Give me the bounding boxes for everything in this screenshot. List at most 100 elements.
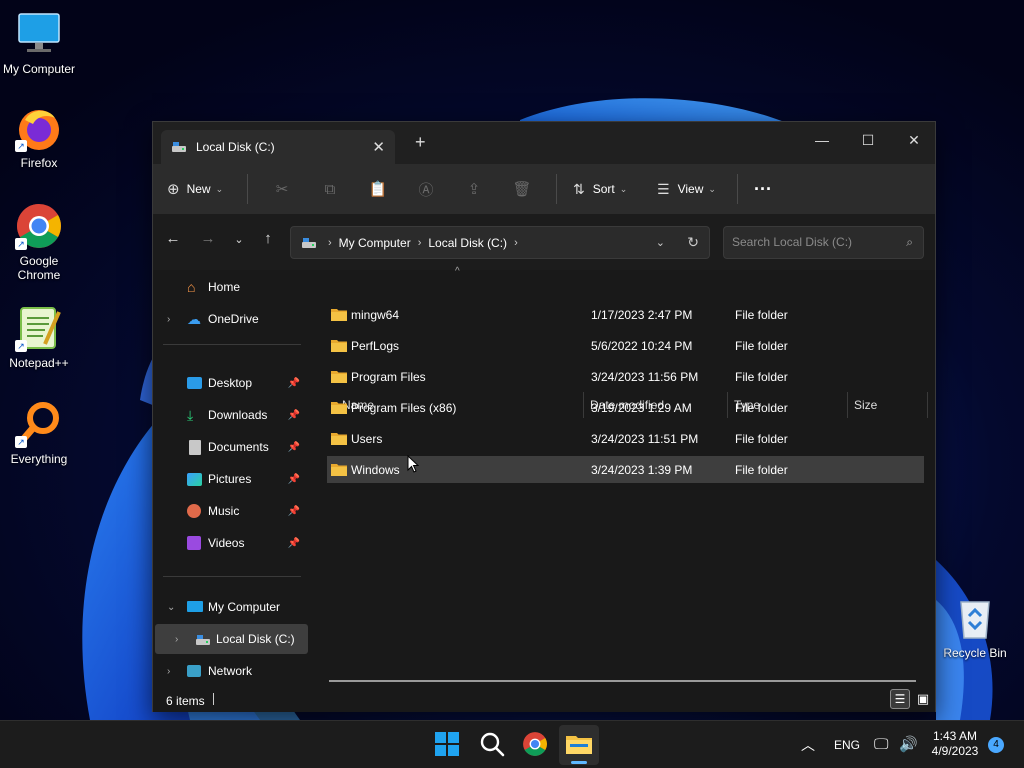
toolbar-divider (247, 174, 248, 204)
copy-icon[interactable]: ⧉ (306, 181, 354, 198)
desktop-icon-my-computer[interactable]: My Computer (1, 10, 77, 76)
sort-ascending-indicator-icon: ^ (455, 266, 460, 277)
folder-icon (331, 402, 347, 414)
close-tab-icon[interactable]: ✕ (372, 138, 385, 156)
breadcrumb-my-computer[interactable]: My Computer (339, 236, 411, 250)
file-explorer-window: Local Disk (C:) ✕ + — ☐ ✕ ⊕ New ⌄ ✂ ⧉ 📋 … (152, 121, 936, 712)
refresh-icon[interactable]: ↻ (687, 234, 699, 251)
details-view-icon[interactable]: ☰ (890, 689, 910, 709)
sidebar-item-desktop[interactable]: Desktop 📌 (155, 368, 308, 398)
cut-icon[interactable]: ✂ (258, 180, 306, 198)
table-row[interactable]: PerfLogs 5/6/2022 10:24 PM File folder (327, 332, 924, 359)
up-arrow-icon[interactable]: ↑ (256, 230, 280, 247)
desktop-icon-firefox[interactable]: ↗ Firefox (1, 104, 77, 170)
drive-icon (172, 142, 186, 152)
explorer-taskbar-button[interactable] (559, 725, 599, 765)
table-row[interactable]: Users 3/24/2023 11:51 PM File folder (327, 425, 924, 452)
desktop-icon-google-chrome[interactable]: ↗ Google Chrome (1, 202, 77, 282)
desktop-icon-notepadpp[interactable]: ↗ Notepad++ (1, 304, 77, 370)
folder-icon (331, 340, 347, 352)
pin-icon[interactable]: 📌 (288, 378, 300, 389)
picture-icon (187, 473, 202, 486)
file-type: File folder (735, 401, 788, 415)
chevron-right-icon[interactable]: › (167, 314, 170, 325)
desktop-icon-recycle-bin[interactable]: Recycle Bin (937, 594, 1013, 660)
tiles-view-icon[interactable]: ▣ (913, 689, 933, 709)
new-button[interactable]: ⊕ New ⌄ (167, 180, 237, 198)
sidebar-item-downloads[interactable]: ⤓ Downloads 📌 (155, 400, 308, 430)
file-date-modified: 3/24/2023 11:51 PM (591, 432, 699, 446)
view-button[interactable]: ☰ View ⌄ (647, 181, 727, 198)
address-bar[interactable]: › My Computer › Local Disk (C:) › ⌄ ↻ (290, 226, 710, 259)
chevron-down-icon[interactable]: ⌄ (167, 602, 175, 613)
column-divider[interactable] (927, 392, 928, 418)
pin-icon[interactable]: 📌 (288, 442, 300, 453)
tab-title: Local Disk (C:) (196, 140, 275, 154)
network-status-icon[interactable]: 🖵 (874, 721, 888, 768)
recent-locations-chevron-icon[interactable]: ⌄ (227, 233, 251, 246)
search-placeholder: Search Local Disk (C:) (732, 235, 853, 249)
desktop-icon-label: My Computer (2, 62, 76, 76)
share-icon[interactable]: ⇪ (450, 180, 498, 198)
sidebar-item-music[interactable]: Music 📌 (155, 496, 308, 526)
folder-icon (331, 433, 347, 445)
language-indicator[interactable]: ENG (834, 721, 860, 768)
close-window-button[interactable]: ✕ (891, 126, 937, 156)
sidebar-item-pictures[interactable]: Pictures 📌 (155, 464, 308, 494)
back-arrow-icon[interactable]: ← (161, 230, 185, 247)
chevron-right-icon[interactable]: › (167, 666, 170, 677)
table-row[interactable]: Program Files (x86) 3/19/2023 1:29 AM File… (327, 394, 924, 421)
clock-time: 1:43 AM (932, 729, 978, 743)
delete-icon[interactable]: 🗑 (498, 180, 546, 198)
sidebar-item-network[interactable]: › Network (155, 656, 308, 686)
paste-icon[interactable]: 📋 (354, 180, 402, 198)
search-box[interactable]: Search Local Disk (C:) ⌕ (723, 226, 924, 259)
sidebar-item-videos[interactable]: Videos 📌 (155, 528, 308, 558)
sidebar-item-documents[interactable]: Documents 📌 (155, 432, 308, 462)
chrome-taskbar-button[interactable] (522, 731, 550, 759)
sort-label: Sort (592, 182, 615, 196)
drive-icon (302, 237, 316, 248)
pin-icon[interactable]: 📌 (288, 474, 300, 485)
sidebar-item-my-computer[interactable]: ⌄ My Computer (155, 592, 308, 622)
sort-button[interactable]: ⇅ Sort ⌄ (567, 181, 647, 198)
file-date-modified: 5/6/2022 10:24 PM (591, 339, 693, 353)
breadcrumb-local-disk[interactable]: Local Disk (C:) (428, 236, 507, 250)
pin-icon[interactable]: 📌 (288, 506, 300, 517)
new-tab-button[interactable]: + (415, 132, 426, 153)
forward-arrow-icon[interactable]: → (196, 230, 220, 247)
item-count: 6 items (166, 694, 205, 708)
chevron-right-icon: › (417, 236, 422, 249)
title-bar: Local Disk (C:) ✕ + — ☐ ✕ (153, 122, 935, 164)
maximize-button[interactable]: ☐ (845, 126, 891, 156)
chrome-icon (523, 732, 547, 756)
sidebar-item-label: Desktop (208, 376, 253, 390)
chevron-right-icon: › (514, 236, 518, 249)
desktop-icon-everything[interactable]: ↗ Everything (1, 400, 77, 466)
tab-local-disk[interactable]: Local Disk (C:) ✕ (161, 130, 395, 164)
show-hidden-icons-chevron-icon[interactable]: ︿ (801, 721, 815, 768)
search-taskbar-button[interactable] (479, 731, 507, 759)
pin-icon[interactable]: 📌 (288, 410, 300, 421)
horizontal-scrollbar[interactable] (329, 680, 916, 682)
address-dropdown-icon[interactable]: ⌄ (656, 236, 665, 249)
clock[interactable]: 1:43 AM 4/9/2023 (930, 729, 980, 759)
volume-icon[interactable]: 🔊 (899, 721, 918, 768)
active-app-indicator (571, 761, 587, 764)
table-row[interactable]: mingw64 1/17/2023 2:47 PM File folder (327, 301, 924, 328)
rename-icon[interactable]: Ⓐ (402, 179, 450, 200)
pin-icon[interactable]: 📌 (288, 538, 300, 549)
windows-logo-icon (435, 732, 459, 756)
everything-search-icon: ↗ (15, 400, 63, 448)
chevron-right-icon[interactable]: › (175, 634, 178, 645)
start-button[interactable] (434, 731, 462, 759)
notepadpp-icon: ↗ (15, 304, 63, 352)
sidebar-item-onedrive[interactable]: › ☁ OneDrive (155, 304, 308, 334)
table-row[interactable]: Program Files 3/24/2023 11:56 PM File fold… (327, 363, 924, 390)
see-more-button[interactable]: ··· (754, 179, 772, 200)
minimize-button[interactable]: — (799, 126, 845, 156)
chevron-down-icon: ⌄ (215, 183, 224, 194)
notification-badge[interactable]: 4 (988, 737, 1004, 753)
sidebar-item-home[interactable]: ⌂ Home (155, 272, 308, 302)
sidebar-item-local-disk[interactable]: › Local Disk (C:) (155, 624, 308, 654)
